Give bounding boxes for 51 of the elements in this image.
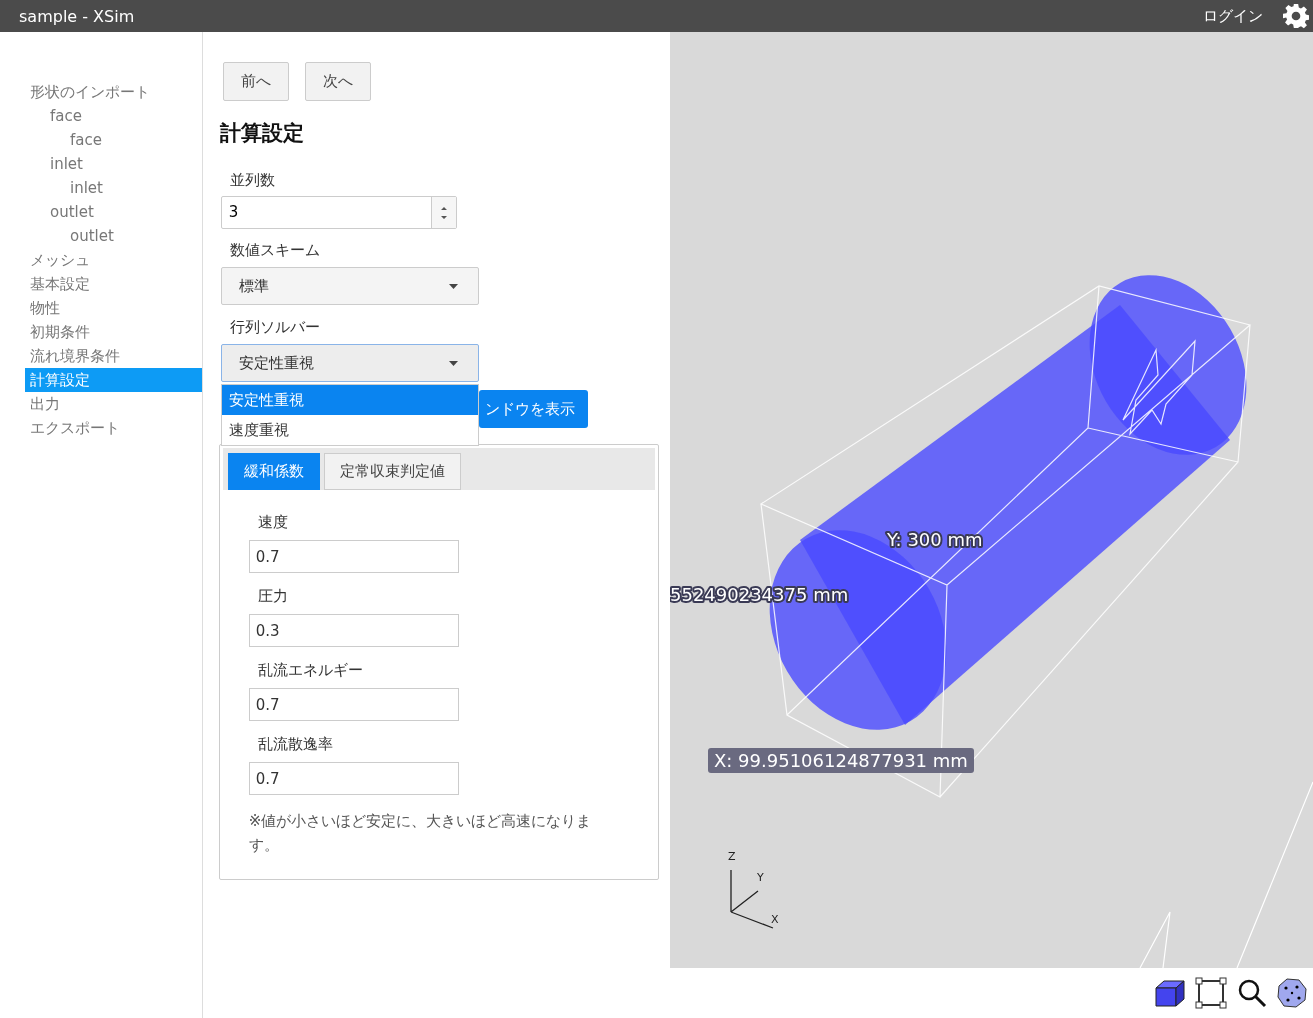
sidebar-item[interactable]: face xyxy=(25,104,202,128)
sidebar-item[interactable]: inlet xyxy=(25,152,202,176)
tab[interactable]: 定常収束判定値 xyxy=(323,453,461,490)
sidebar-item[interactable]: outlet xyxy=(25,224,202,248)
dimension-label: X: 99.95106124877931 mm xyxy=(708,748,974,773)
sidebar-item[interactable]: エクスポート xyxy=(25,416,202,440)
sidebar-item[interactable]: 初期条件 xyxy=(25,320,202,344)
sidebar-item[interactable]: 物性 xyxy=(25,296,202,320)
axis-label: X xyxy=(771,914,779,926)
field-label: 圧力 xyxy=(256,587,289,607)
caret-icon xyxy=(448,283,458,289)
sidebar-item[interactable]: 出力 xyxy=(25,392,202,416)
sidebar-item[interactable]: 形状のインポート xyxy=(25,80,202,104)
input-field[interactable]: 0.7 xyxy=(248,762,459,795)
field-label: 並列数 xyxy=(228,171,276,191)
sidebar-item[interactable]: メッシュ xyxy=(25,248,202,272)
polygon-points-icon[interactable] xyxy=(1277,978,1307,1008)
axis-label: Z xyxy=(728,851,736,863)
dropdown-select[interactable]: 安定性重視 xyxy=(220,344,479,382)
sidebar-item[interactable]: outlet xyxy=(25,200,202,224)
axis-label: Y xyxy=(757,872,764,884)
dropdown-option[interactable]: 速度重視 xyxy=(221,415,478,445)
field-label: 速度 xyxy=(256,513,289,533)
input-field[interactable]: 0.3 xyxy=(248,614,459,647)
field-label: 行列ソルバー xyxy=(228,318,321,338)
selection-frame-icon[interactable] xyxy=(1195,977,1227,1009)
sidebar-item[interactable]: inlet xyxy=(25,176,202,200)
tab[interactable]: 緩和係数 xyxy=(227,453,320,490)
dropdown-option[interactable]: 安定性重視 xyxy=(221,385,478,415)
number-field[interactable]: 3 xyxy=(220,196,457,229)
sidebar-item[interactable]: 基本設定 xyxy=(25,272,202,296)
field-label: 乱流エネルギー xyxy=(256,661,364,681)
sidebar-item[interactable]: 計算設定 xyxy=(25,368,202,392)
show-window-button[interactable]: ンドウを表示 xyxy=(478,390,588,428)
field-label: 数値スキーム xyxy=(228,241,321,261)
note-text: ※値が小さいほど安定に、大きいほど高速になります。 xyxy=(248,811,593,856)
field-label: 乱流散逸率 xyxy=(256,735,334,755)
settings-icon[interactable] xyxy=(1283,3,1309,29)
caret-icon xyxy=(448,360,458,366)
search-icon[interactable] xyxy=(1237,978,1267,1008)
cube-icon[interactable] xyxy=(1155,979,1185,1007)
sidebar-item[interactable]: face xyxy=(25,128,202,152)
login-link[interactable]: ログイン xyxy=(1203,6,1263,26)
sidebar-item[interactable]: 流れ境界条件 xyxy=(25,344,202,368)
dropdown-select[interactable]: 標準 xyxy=(220,267,479,305)
input-field[interactable]: 0.7 xyxy=(248,688,459,721)
window-title: sample - XSim xyxy=(19,6,136,26)
nav-button[interactable]: 前へ xyxy=(222,62,289,101)
page-heading: 計算設定 xyxy=(219,120,305,147)
input-field[interactable]: 0.7 xyxy=(248,540,459,573)
nav-button[interactable]: 次へ xyxy=(304,62,371,101)
